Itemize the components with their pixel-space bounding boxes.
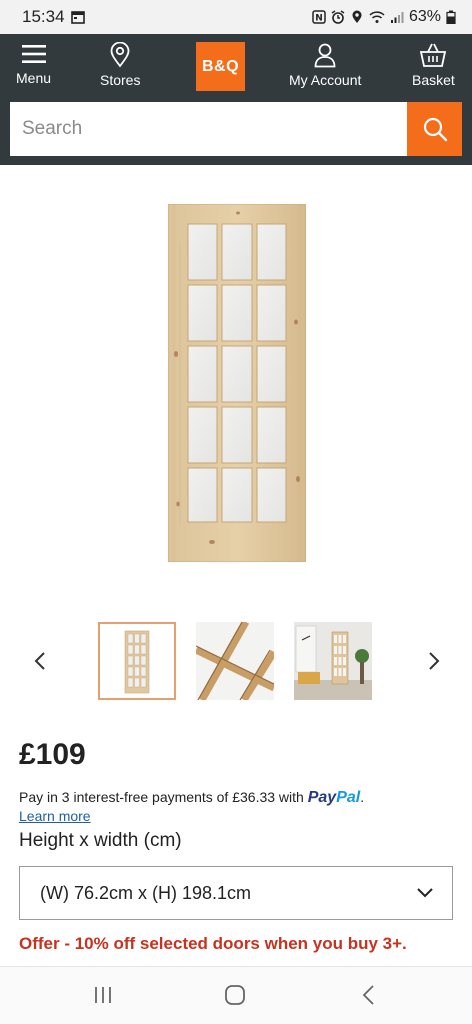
- svg-text:N: N: [315, 14, 323, 24]
- nfc-icon: N: [312, 10, 326, 24]
- system-nav-bar: [0, 966, 472, 1024]
- top-nav: Menu Stores B&Q My Account Basket: [0, 34, 472, 94]
- stores-label: Stores: [100, 72, 141, 88]
- status-time: 15:34: [22, 7, 65, 26]
- paypal-period: .: [360, 789, 365, 805]
- menu-label: Menu: [16, 70, 52, 86]
- size-select-value: (W) 76.2cm x (H) 198.1cm: [40, 882, 252, 903]
- paypal-text: Pay in 3 interest-free payments of £36.3…: [19, 789, 304, 805]
- menu-button[interactable]: Menu: [16, 42, 51, 86]
- stores-button[interactable]: Stores: [100, 42, 140, 88]
- my-account-button[interactable]: My Account: [289, 42, 361, 88]
- home-icon[interactable]: [224, 985, 246, 1005]
- search-bar: [10, 102, 462, 156]
- thumbnail-door-front[interactable]: [98, 622, 176, 700]
- recent-apps-icon[interactable]: [92, 985, 114, 1005]
- paypal-installments: Pay in 3 interest-free payments of £36.3…: [19, 789, 364, 807]
- calendar-icon: [70, 11, 85, 24]
- location-pin-icon: [110, 42, 130, 68]
- hamburger-icon: [21, 45, 46, 63]
- status-bar: 15:34 N 63%: [0, 0, 472, 34]
- battery-icon: [446, 10, 456, 24]
- account-label: My Account: [289, 72, 362, 88]
- basket-label: Basket: [412, 72, 455, 88]
- size-select[interactable]: (W) 76.2cm x (H) 198.1cm: [19, 866, 453, 920]
- door-front-thumbnail-image: [124, 630, 150, 694]
- learn-more-link[interactable]: Learn more: [19, 808, 91, 824]
- signal-icon: [390, 12, 404, 23]
- back-icon[interactable]: [360, 985, 378, 1005]
- paypal-logo-pal: Pal: [336, 789, 361, 806]
- bq-logo[interactable]: B&Q: [196, 42, 245, 91]
- thumbnail-door-room[interactable]: [294, 622, 372, 700]
- location-icon: [352, 10, 362, 23]
- door-room-thumbnail-image: [294, 622, 372, 700]
- user-icon: [314, 43, 336, 68]
- chevron-left-icon[interactable]: [30, 650, 50, 672]
- size-option-label: Height x width (cm): [19, 830, 182, 851]
- product-price: £109: [19, 738, 86, 771]
- offer-banner[interactable]: Offer - 10% off selected doors when you …: [19, 934, 407, 954]
- door-detail-thumbnail-image: [196, 622, 274, 700]
- site-header: Menu Stores B&Q My Account Basket: [0, 34, 472, 165]
- basket-button[interactable]: Basket: [412, 42, 455, 88]
- search-input[interactable]: [10, 102, 407, 156]
- chevron-right-icon[interactable]: [424, 650, 444, 672]
- search-icon: [423, 117, 447, 142]
- chevron-down-icon: [417, 888, 433, 898]
- paypal-logo: PayPal: [308, 789, 360, 806]
- paypal-logo-pay: Pay: [307, 789, 337, 806]
- basket-icon: [420, 43, 447, 67]
- battery-percent: 63%: [408, 8, 441, 25]
- thumbnail-door-detail[interactable]: [196, 622, 274, 700]
- image-gallery: [0, 620, 472, 702]
- product-main-image[interactable]: [168, 204, 306, 562]
- search-button[interactable]: [407, 102, 462, 156]
- alarm-icon: [331, 10, 345, 24]
- wifi-icon: [369, 11, 385, 23]
